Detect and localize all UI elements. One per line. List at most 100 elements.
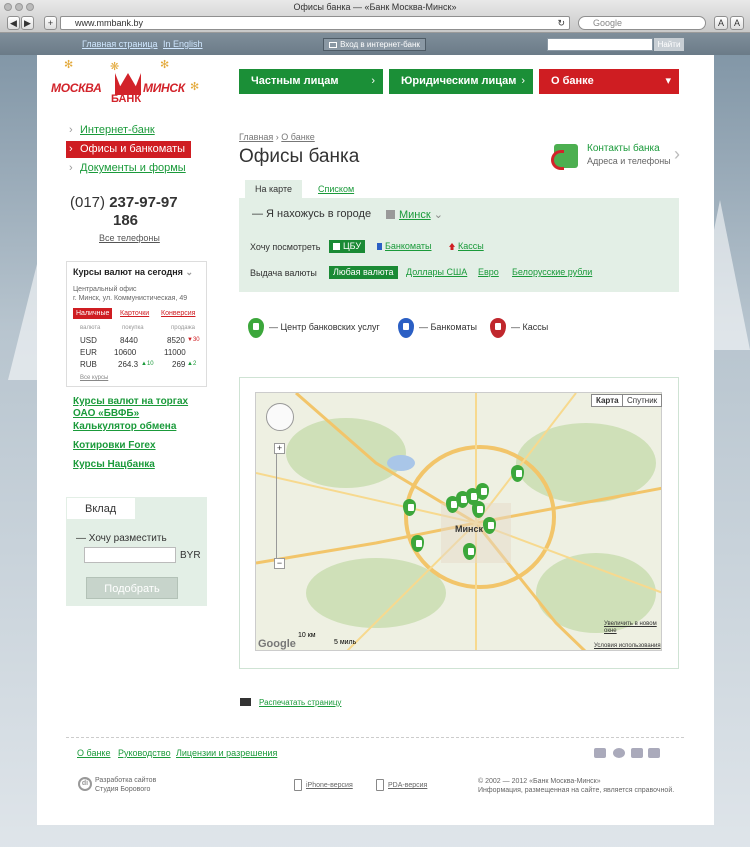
english-link[interactable]: In English (163, 39, 203, 49)
bvfb-rates-link[interactable]: Курсы валют на торгах (73, 396, 188, 407)
developer-line1[interactable]: Разработка сайтов (95, 777, 156, 784)
pda-version-link[interactable]: PDA-версия (388, 782, 427, 789)
page-title: Офисы банка (239, 146, 360, 167)
rate-currency: RUB (80, 360, 97, 369)
filter-cashier-chip[interactable]: Кассы (445, 240, 488, 253)
currency-label: Выдача валюты (250, 268, 317, 278)
legend-atm: — Банкоматы (419, 322, 478, 332)
phone-code: (017) (70, 194, 106, 211)
col-buy: покупка (122, 325, 144, 331)
bank-logo[interactable]: МОСКВА МИНСК БАНК (51, 73, 186, 106)
chevron-right-icon: › (69, 143, 73, 155)
city-select[interactable]: Минск ⌄ (386, 208, 443, 221)
legend-cbu: — Центр банковских услуг (269, 322, 380, 332)
forward-icon[interactable]: ▶ (21, 16, 34, 30)
share-icon[interactable] (613, 748, 625, 758)
map-enlarge-link[interactable]: Увеличить в новом окне (604, 621, 661, 635)
sidebar-item-internet-bank[interactable]: › Интернет-банк (66, 124, 155, 136)
reload-icon[interactable]: ↻ (557, 17, 565, 29)
bvfb-rates-link-line2[interactable]: ОАО «БВФБ» (73, 408, 139, 419)
office-map[interactable]: Минск + − Google 10 км 5 миль Увеличить … (255, 392, 662, 651)
map-zoom-slider[interactable] (276, 445, 284, 565)
sidebar-item-offices[interactable]: › Офисы и банкоматы (66, 141, 191, 158)
print-page-link[interactable]: Распечатать страницу (240, 698, 341, 707)
sidebar-item-documents[interactable]: › Документы и формы (66, 162, 186, 174)
rate-buy: 8440 (120, 336, 138, 345)
zoom-in-button[interactable]: + (274, 443, 285, 454)
site-search-input[interactable] (547, 38, 653, 51)
lock-icon (329, 42, 338, 48)
home-link[interactable]: Главная страница (82, 39, 158, 49)
snowflake-icon: ✻ (160, 59, 170, 71)
exchange-calculator-link[interactable]: Калькулятор обмена (73, 421, 176, 432)
tab-cards[interactable]: Карточки (117, 308, 152, 319)
forex-link[interactable]: Котировки Forex (73, 440, 156, 451)
deposit-amount-input[interactable] (84, 547, 176, 563)
window-title: Офисы банка — «Банк Москва-Минск» (293, 2, 457, 12)
internet-bank-login-button[interactable]: Вход в интернет-банк (323, 38, 426, 51)
twitter-icon[interactable] (648, 748, 660, 758)
filter-atm-chip[interactable]: Банкоматы (373, 240, 436, 253)
iphone-icon (294, 779, 302, 791)
footer-management-link[interactable]: Руководство (118, 748, 171, 758)
contacts-subtitle: Адреса и телефоны (587, 156, 671, 166)
map-roads (256, 393, 661, 650)
city-label: — Я нахожусь в городе (252, 208, 372, 220)
filter-byr-chip[interactable]: Белорусские рубли (508, 266, 596, 279)
footer-about-link[interactable]: О банке (77, 748, 110, 758)
text-larger-button[interactable]: A (730, 16, 744, 30)
bank-contacts-link[interactable]: Контакты банка Адреса и телефоны › (551, 142, 680, 170)
zoom-out-button[interactable]: − (274, 558, 285, 569)
map-type-map-button[interactable]: Карта (591, 394, 624, 407)
nav-about-label: О банке (551, 75, 594, 87)
nav-legal-button[interactable]: Юридическим лицам › (389, 69, 533, 94)
map-pan-control[interactable] (266, 403, 294, 431)
back-icon[interactable]: ◀ (7, 16, 20, 30)
rates-title[interactable]: Курсы валют на сегодня ⌄ (73, 267, 193, 278)
facebook-icon[interactable] (631, 748, 643, 758)
contacts-title: Контакты банка (587, 143, 660, 154)
developer-logo[interactable]: di (78, 777, 92, 791)
url-text: www.mmbank.by (75, 18, 144, 28)
filter-any-currency-chip[interactable]: Любая валюта (329, 266, 398, 279)
nav-private-button[interactable]: Частным лицам › (239, 69, 383, 94)
email-icon[interactable] (594, 748, 606, 758)
filter-cbu-chip[interactable]: ЦБУ (329, 240, 366, 253)
house-icon (449, 243, 455, 250)
chevron-down-icon: ⌄ (433, 209, 443, 221)
map-terms-link[interactable]: Условия использования (594, 643, 661, 649)
all-phones-link[interactable]: Все телефоны (99, 233, 160, 243)
footer-licenses-link[interactable]: Лицензии и разрешения (176, 748, 277, 758)
tab-list-view[interactable]: Списком (308, 180, 364, 198)
developer-line2[interactable]: Студия Борового (95, 786, 150, 793)
login-label: Вход в интернет-банк (340, 40, 420, 49)
filter-eur-chip[interactable]: Евро (474, 266, 503, 279)
breadcrumb-home[interactable]: Главная (239, 132, 273, 142)
chevron-right-icon: › (674, 144, 680, 164)
browser-search-placeholder: Google (593, 18, 623, 28)
deposit-currency[interactable]: BYR (180, 550, 201, 561)
deposit-tab[interactable]: Вклад (66, 497, 136, 519)
tab-conversion[interactable]: Конверсия (158, 308, 198, 319)
map-type-satellite-button[interactable]: Спутник (622, 394, 663, 407)
address-bar[interactable]: www.mmbank.by ↻ (60, 16, 570, 30)
iphone-version-link[interactable]: iPhone-версия (306, 782, 353, 789)
col-sell: продажа (171, 325, 195, 331)
tab-map-view[interactable]: На карте (245, 180, 302, 198)
sidebar-item-label: Офисы и банкоматы (80, 143, 186, 155)
nbrb-rates-link[interactable]: Курсы Нацбанка (73, 459, 155, 470)
want-label: Хочу посмотреть (250, 242, 321, 252)
all-rates-link[interactable]: Все курсы (80, 375, 108, 381)
add-tab-button[interactable]: + (44, 16, 57, 30)
text-smaller-button[interactable]: A (714, 16, 728, 30)
browser-search-input[interactable]: Google (578, 16, 706, 30)
logo-word-right: МИНСК (143, 81, 185, 95)
tab-cash[interactable]: Наличные (73, 308, 113, 319)
filter-usd-chip[interactable]: Доллары США (402, 266, 471, 279)
google-logo: Google (258, 638, 296, 650)
breadcrumb-about[interactable]: О банке (281, 132, 314, 142)
grid-icon (333, 243, 340, 250)
deposit-find-button[interactable]: Подобрать (86, 577, 178, 599)
site-search-button[interactable]: Найти (654, 38, 684, 51)
nav-about-button[interactable]: О банке ▾ (539, 69, 679, 94)
